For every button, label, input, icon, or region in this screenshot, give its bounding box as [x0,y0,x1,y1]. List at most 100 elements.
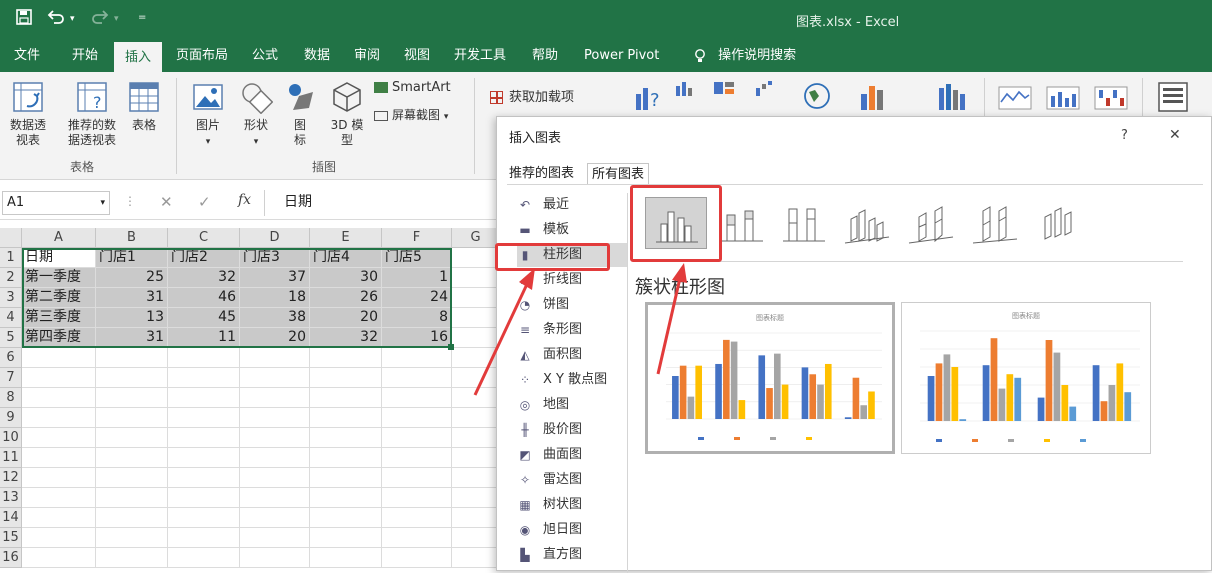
close-button[interactable]: ✕ [1169,127,1181,143]
chart-type-stock-chart[interactable]: ╫ 股价图 [517,418,627,442]
cell[interactable] [382,488,452,508]
cell[interactable]: 门店2 [168,248,240,268]
row-header[interactable]: 9 [0,408,22,428]
cell[interactable] [452,408,500,428]
cell[interactable]: 24 [382,288,452,308]
cell[interactable]: 第四季度 [22,328,96,348]
chart-type-treemap-chart[interactable]: ▦ 树状图 [517,493,627,517]
cell[interactable] [22,468,96,488]
cell[interactable] [96,508,168,528]
sparkline-line-button[interactable] [998,86,1032,114]
name-box-dropdown-icon[interactable]: ▾ [100,192,105,214]
insert-function-icon[interactable]: fx [238,192,251,208]
cell[interactable] [168,348,240,368]
worksheet-grid[interactable]: A B C D E F G 1 日期 门店1 门店2 门店3 门店4 门店5 2 第一季度 25 32 37 30 1 3… [0,228,500,571]
tab-power-pivot[interactable]: Power Pivot [578,40,665,72]
column-header[interactable]: B [96,228,168,248]
row-header[interactable]: 6 [0,348,22,368]
cell[interactable] [452,268,500,288]
subtype-3d-column[interactable] [1029,197,1091,249]
cell[interactable] [452,508,500,528]
tab-all-charts[interactable]: 所有图表 [587,163,650,185]
cell[interactable] [452,308,500,328]
chart-type-template[interactable]: ▬ 模板 [517,218,627,242]
cell[interactable] [96,548,168,568]
name-box[interactable]: A1 ▾ [2,191,110,215]
tab-file[interactable]: 文件 [8,40,46,72]
cell[interactable] [240,548,310,568]
sparkline-column-button[interactable] [1046,86,1080,114]
cell[interactable]: 38 [240,308,310,328]
cell[interactable] [382,468,452,488]
row-header[interactable]: 16 [0,548,22,568]
tell-me-search[interactable]: 操作说明搜索 [688,40,802,72]
cell[interactable]: 31 [96,328,168,348]
chart-type-surface-chart[interactable]: ◩ 曲面图 [517,443,627,467]
cell[interactable] [310,408,382,428]
cell[interactable] [22,388,96,408]
cell[interactable]: 31 [96,288,168,308]
cell[interactable] [310,548,382,568]
cell[interactable] [310,368,382,388]
cell[interactable]: 26 [310,288,382,308]
cell[interactable] [168,388,240,408]
chart-type-line-chart[interactable]: ⟋ 折线图 [517,268,627,292]
recommended-charts-button[interactable]: ? [632,80,666,118]
chart-type-map-chart[interactable]: ◎ 地图 [517,393,627,417]
cell[interactable] [96,388,168,408]
cell[interactable] [382,508,452,528]
cell[interactable] [382,368,452,388]
cell[interactable] [22,348,96,368]
tab-view[interactable]: 视图 [398,40,436,72]
row-header[interactable]: 7 [0,368,22,388]
column-header[interactable]: A [22,228,96,248]
cell[interactable] [96,408,168,428]
sparkline-winloss-button[interactable] [1094,86,1128,114]
row-header[interactable]: 10 [0,428,22,448]
tab-home[interactable]: 开始 [66,40,104,72]
cell[interactable]: 门店4 [310,248,382,268]
cell[interactable] [310,508,382,528]
get-addins-button[interactable]: 获取加载项 [490,90,574,105]
cell[interactable] [452,328,500,348]
subtype-3d-clustered-column[interactable] [837,197,899,249]
row-header[interactable]: 15 [0,528,22,548]
bar-chart-dropdown[interactable] [712,80,736,100]
cell[interactable] [168,528,240,548]
cell[interactable]: 13 [96,308,168,328]
chart-type-radar-chart[interactable]: ✧ 雷达图 [517,468,627,492]
cell[interactable]: 8 [382,308,452,328]
cell[interactable] [240,368,310,388]
cell[interactable]: 11 [168,328,240,348]
row-header[interactable]: 1 [0,248,22,268]
undo-icon[interactable] [46,9,66,29]
row-header[interactable]: 3 [0,288,22,308]
cell[interactable] [168,448,240,468]
redo-icon[interactable] [90,9,110,29]
cell[interactable] [240,428,310,448]
cell[interactable] [452,528,500,548]
cell[interactable] [240,448,310,468]
cell[interactable] [168,468,240,488]
column-chart-dropdown[interactable] [674,80,698,100]
cell[interactable]: 1 [382,268,452,288]
tab-insert[interactable]: 插入 [114,40,162,72]
cell[interactable] [22,448,96,468]
chart-type-pie-chart[interactable]: ◔ 饼图 [517,293,627,317]
cell[interactable] [168,368,240,388]
cell[interactable] [168,428,240,448]
tab-formulas[interactable]: 公式 [246,40,284,72]
tab-page-layout[interactable]: 页面布局 [170,40,234,72]
cell[interactable]: 32 [168,268,240,288]
formula-bar-grip-icon[interactable]: ⋮ [124,194,136,208]
cell[interactable] [22,548,96,568]
chart-type-histogram-chart[interactable]: ▙ 直方图 [517,543,627,567]
cell[interactable] [382,448,452,468]
chart-type-area-chart[interactable]: ◭ 面积图 [517,343,627,367]
cell[interactable] [240,408,310,428]
cell[interactable] [452,448,500,468]
subtype-3d-100-stacked-column[interactable] [965,197,1027,249]
help-button[interactable]: ? [1121,128,1128,143]
tab-help[interactable]: 帮助 [526,40,564,72]
cell[interactable] [382,348,452,368]
